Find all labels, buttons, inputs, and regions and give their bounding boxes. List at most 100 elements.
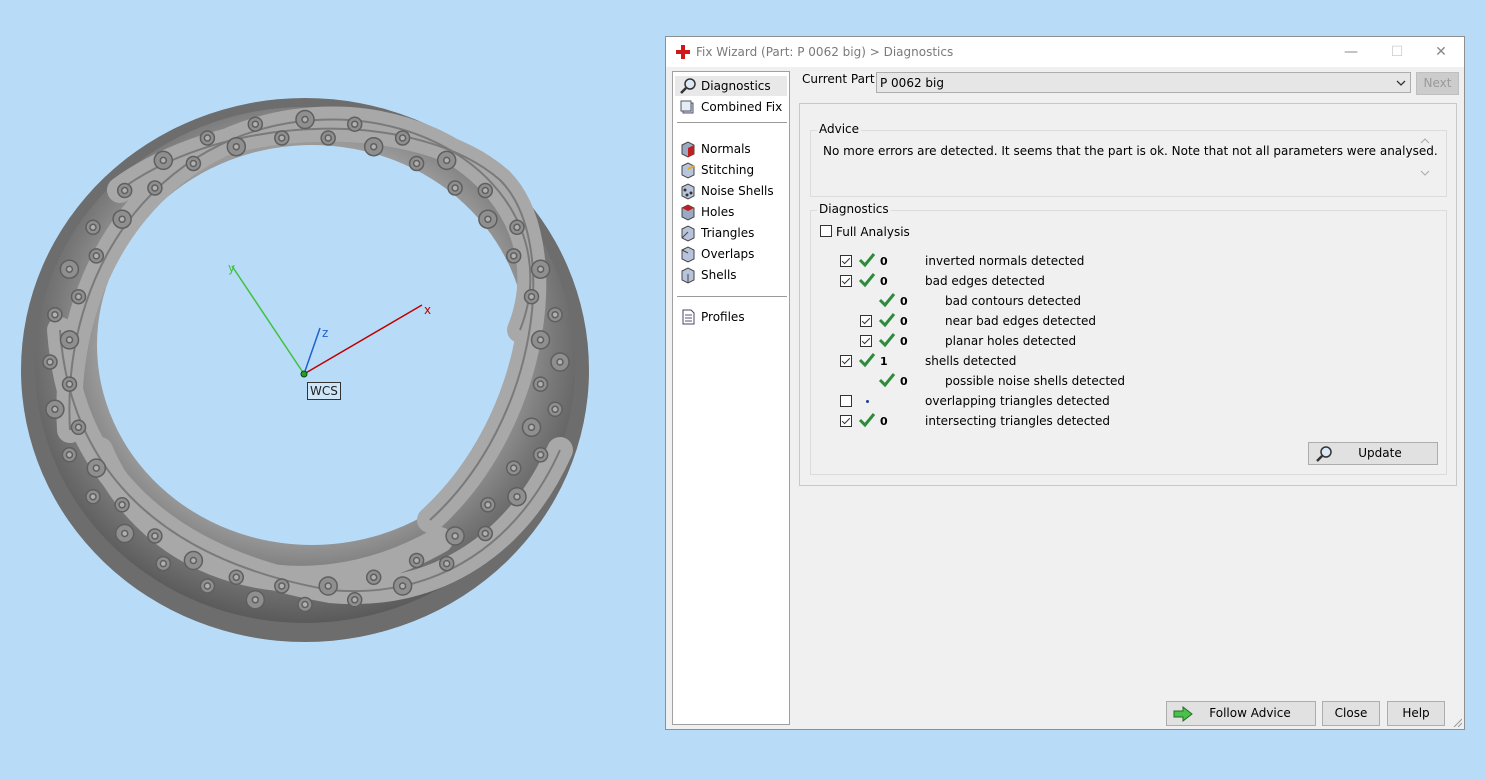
diagnostic-label: bad contours detected xyxy=(945,294,1081,308)
ring-bead-center xyxy=(74,292,83,301)
ring-bead-center xyxy=(51,405,59,414)
diagnostic-checkbox[interactable] xyxy=(840,355,852,367)
ring-bead-center xyxy=(551,405,559,414)
nav-item-combined-fix[interactable]: Combined Fix xyxy=(675,97,787,117)
diagnostic-checkbox[interactable] xyxy=(840,275,852,287)
advice-title: Advice xyxy=(817,122,862,136)
nav-item-label: Noise Shells xyxy=(701,184,774,198)
update-button-label: Update xyxy=(1358,446,1402,460)
ring-bead-center xyxy=(203,134,212,142)
ring-bead-center xyxy=(159,156,168,165)
diagnostic-label: inverted normals detected xyxy=(925,254,1085,268)
status-dot-icon xyxy=(866,400,869,403)
y-axis-label: y xyxy=(228,261,235,275)
ring-bead-center xyxy=(232,573,241,582)
ring-bead-center xyxy=(301,115,309,124)
diagnostic-label: near bad edges detected xyxy=(945,314,1096,328)
help-button[interactable]: Help xyxy=(1387,701,1445,726)
close-window-button[interactable]: ✕ xyxy=(1418,37,1464,67)
diagnostic-count: 0 xyxy=(900,315,908,328)
document-icon xyxy=(682,309,695,325)
ring-bead-center xyxy=(451,532,459,540)
ring-bead-center xyxy=(536,265,545,273)
green-check-icon xyxy=(858,413,876,428)
green-check-icon xyxy=(878,333,896,348)
nav-item-triangles[interactable]: Triangles xyxy=(675,223,787,243)
noise-shells-cube-icon xyxy=(681,183,695,200)
diagnostic-count: 0 xyxy=(880,275,888,288)
maximize-button[interactable]: ☐ xyxy=(1374,37,1420,67)
ring-bead-center xyxy=(509,252,518,260)
nav-item-stitching[interactable]: Stitching xyxy=(675,160,787,180)
diagnostics-group: Diagnostics Full Analysis 0 inverted norm… xyxy=(810,202,1447,475)
nav-item-shells[interactable]: Shells xyxy=(675,265,787,285)
ring-bead-center xyxy=(46,358,54,366)
next-button[interactable]: Next xyxy=(1416,72,1459,95)
diagnostics-title: Diagnostics xyxy=(817,202,891,216)
ring-bead-center xyxy=(118,501,126,509)
ring-bead-center xyxy=(203,582,212,590)
close-button[interactable]: Close xyxy=(1322,701,1380,726)
green-check-icon xyxy=(878,313,896,328)
diagnostic-checkbox[interactable] xyxy=(840,415,852,427)
ring-bead-center xyxy=(65,380,74,388)
ring-bead-center xyxy=(74,423,83,432)
diagnostic-label: planar holes detected xyxy=(945,334,1077,348)
green-check-icon xyxy=(858,253,876,268)
full-analysis-checkbox[interactable] xyxy=(820,225,832,237)
nav-divider xyxy=(677,122,787,123)
magnifier-icon xyxy=(1316,446,1332,462)
diagnostic-count: 0 xyxy=(900,375,908,388)
ring-bead-center xyxy=(120,186,129,195)
diagnostics-panel: Advice No more errors are detected. It s… xyxy=(799,103,1457,486)
nav-item-normals[interactable]: Normals xyxy=(675,139,787,159)
nav-item-label: Profiles xyxy=(701,310,745,324)
follow-advice-button[interactable]: Follow Advice xyxy=(1166,701,1316,726)
diagnostic-count: 0 xyxy=(900,295,908,308)
diagnostic-count: 0 xyxy=(900,335,908,348)
diagnostic-checkbox[interactable] xyxy=(860,315,872,327)
ring-bead-center xyxy=(398,582,407,590)
current-part-value: P 0062 big xyxy=(880,76,944,90)
green-check-icon xyxy=(878,373,896,388)
diagnostic-checkbox[interactable] xyxy=(860,335,872,347)
diagnostic-label: overlapping triangles detected xyxy=(925,394,1110,408)
window-title: Fix Wizard (Part: P 0062 big) > Diagnost… xyxy=(696,45,954,59)
nav-item-noise-shells[interactable]: Noise Shells xyxy=(675,181,787,201)
overlaps-cube-icon xyxy=(681,246,695,263)
ring-bead-center xyxy=(278,134,286,142)
update-button[interactable]: Update xyxy=(1308,442,1438,465)
nav-item-holes[interactable]: Holes xyxy=(675,202,787,222)
nav-item-label: Shells xyxy=(701,268,737,282)
nav-item-label: Stitching xyxy=(701,163,755,177)
3d-viewport[interactable]: x y z WCS xyxy=(0,0,660,780)
diagnostic-checkbox[interactable] xyxy=(840,255,852,267)
ring-bead-center xyxy=(536,380,545,388)
current-part-select[interactable]: P 0062 big xyxy=(876,72,1411,93)
nav-item-diagnostics[interactable]: Diagnostics xyxy=(675,76,787,96)
nav-item-label: Diagnostics xyxy=(701,79,771,93)
full-analysis-label: Full Analysis xyxy=(836,225,910,239)
ring-bead-center xyxy=(484,215,492,223)
diagnostic-checkbox[interactable] xyxy=(840,395,852,407)
ring-bead-center xyxy=(536,336,545,344)
green-check-icon xyxy=(878,293,896,308)
resize-grip-icon[interactable] xyxy=(1452,717,1462,727)
minimize-button[interactable]: — xyxy=(1328,37,1374,67)
nav-item-overlaps[interactable]: Overlaps xyxy=(675,244,787,264)
diagnostic-count: 0 xyxy=(880,415,888,428)
advice-group: Advice No more errors are detected. It s… xyxy=(810,122,1447,197)
ring-bead-center xyxy=(481,186,490,195)
ring-bead-center xyxy=(251,120,260,128)
ring-bead-center xyxy=(324,134,332,142)
nav-item-profiles[interactable]: Profiles xyxy=(675,307,787,327)
nav-item-label: Combined Fix xyxy=(701,100,783,114)
scroll-down-icon[interactable] xyxy=(1420,169,1430,177)
ring-bead-center xyxy=(369,142,378,151)
nav-item-label: Overlaps xyxy=(701,247,755,261)
ring-bead-center xyxy=(513,223,521,232)
scroll-up-icon[interactable] xyxy=(1420,137,1430,145)
diagnostic-label: intersecting triangles detected xyxy=(925,414,1110,428)
triangles-cube-icon xyxy=(681,225,695,242)
title-bar[interactable]: Fix Wizard (Part: P 0062 big) > Diagnost… xyxy=(666,37,1464,67)
